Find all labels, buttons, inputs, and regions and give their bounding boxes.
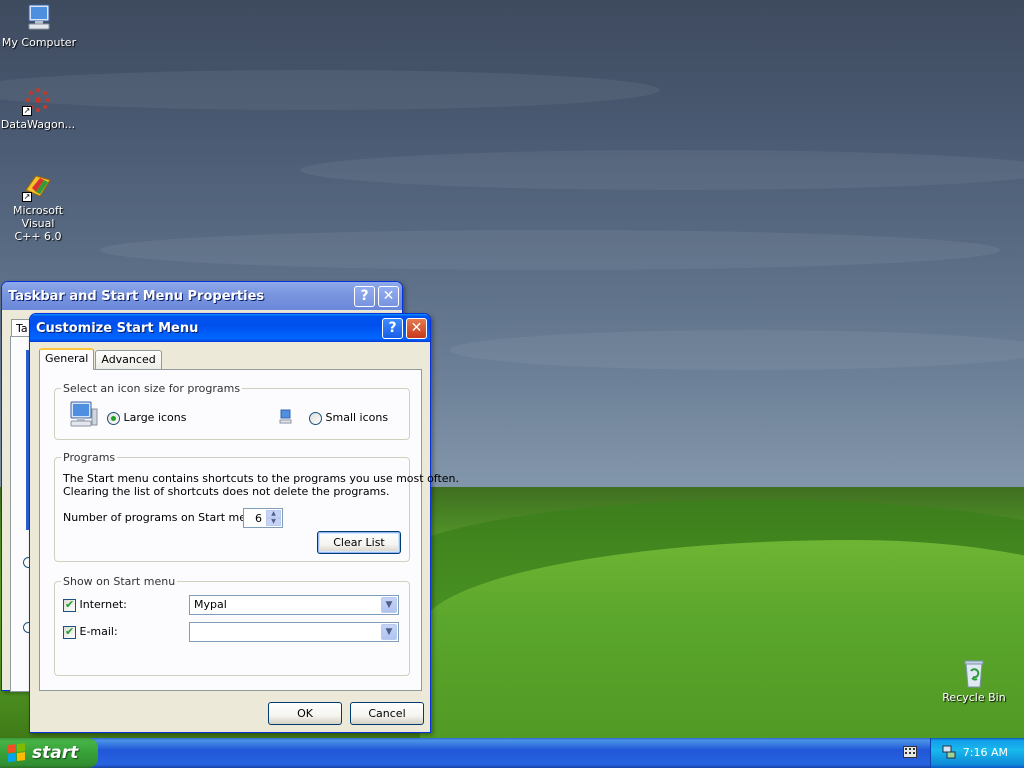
taskbar: start 7:16 AM [0,738,1024,768]
group-legend: Select an icon size for programs [61,382,243,395]
programs-description: The Start menu contains shortcuts to the… [63,472,460,498]
help-button[interactable]: ? [354,286,375,307]
small-icons-option[interactable]: Small icons [309,411,388,425]
spinner-down-icon[interactable]: ▼ [266,518,281,526]
title-bar[interactable]: Customize Start Menu ? ✕ [30,314,430,342]
small-icons-icon [279,409,293,428]
group-legend: Programs [61,451,118,464]
desktop-icon-label: C++ 6.0 [14,230,62,243]
tab-general[interactable]: General [39,348,95,370]
recycle-bin-icon [958,657,990,689]
help-icon: ? [388,320,397,336]
tab-advanced[interactable]: Advanced [95,350,162,370]
title-bar[interactable]: Taskbar and Start Menu Properties ? ✕ [2,282,402,310]
description-line: Clearing the list of shortcuts does not … [63,485,390,498]
windows-logo-icon [8,743,26,763]
close-icon: ✕ [382,288,395,304]
email-client-select[interactable]: ▼ [189,622,399,642]
spinner-up-icon[interactable]: ▲ [266,510,281,518]
shortcut-arrow-icon: ↗ [22,192,32,202]
desktop-icon-datawagon[interactable]: ↗ DataWagon... [0,84,78,131]
internet-checkbox[interactable] [63,598,76,612]
large-icons-label: Large icons [123,411,187,424]
help-button[interactable]: ? [382,318,403,339]
cancel-button[interactable]: Cancel [350,702,424,725]
desktop-icon-visual-cpp[interactable]: ↗ Microsoft Visual C++ 6.0 [0,170,78,243]
desktop-icon-label: Microsoft Visual [12,204,64,230]
program-count-label: Number of programs on Start menu: [63,511,264,524]
start-label: start [32,743,79,763]
system-tray: 7:16 AM [930,738,1024,768]
chevron-down-icon[interactable]: ▼ [381,624,397,640]
ok-button[interactable]: OK [268,702,342,725]
description-line: The Start menu contains shortcuts to the… [63,472,460,485]
email-option[interactable]: E-mail: [63,625,118,639]
program-count-spinner[interactable]: 6 ▲ ▼ [243,508,283,528]
tab-label: Ta [16,322,28,335]
chevron-down-icon[interactable]: ▼ [381,597,397,613]
large-icons-radio[interactable] [107,411,120,425]
desktop-icon-label: Recycle Bin [942,691,1006,704]
internet-label: Internet: [79,598,127,611]
cloud [100,230,1000,270]
tab-label: Advanced [101,353,156,366]
desktop-icon-label: My Computer [1,36,77,49]
large-icons-option[interactable]: Large icons [107,411,186,425]
tab-strip: General Advanced [39,348,163,370]
group-legend: Show on Start menu [61,575,178,588]
dialog-title: Customize Start Menu [36,320,199,336]
large-icons-icon [67,399,99,434]
window-title: Taskbar and Start Menu Properties [8,288,265,304]
close-button[interactable]: ✕ [378,286,399,307]
keyboard-layout-icon[interactable] [903,746,917,758]
programs-group: Programs The Start menu contains shortcu… [54,451,460,562]
internet-browser-value: Mypal [194,598,227,611]
internet-browser-select[interactable]: Mypal ▼ [189,595,399,615]
internet-option[interactable]: Internet: [63,598,127,612]
small-icons-radio[interactable] [309,411,322,425]
customize-start-menu-dialog: Customize Start Menu ? ✕ General Advance… [29,313,460,733]
desktop-icon-my-computer[interactable]: My Computer [0,2,79,49]
email-label: E-mail: [79,625,118,638]
tab-label: General [45,352,89,365]
desktop-icon-label: DataWagon... [0,118,76,131]
program-count-value: 6 [255,512,262,525]
email-checkbox[interactable] [63,625,76,639]
small-icons-label: Small icons [325,411,389,424]
datawagon-icon: ↗ [22,84,54,116]
clock[interactable]: 7:16 AM [963,746,1008,759]
general-tab-panel: Select an icon size for programs Large i… [39,369,460,691]
icon-size-group: Select an icon size for programs Large i… [54,382,410,440]
desktop-icon-recycle-bin[interactable]: Recycle Bin [934,657,1014,704]
start-button[interactable]: start [0,738,98,768]
close-button[interactable]: ✕ [406,318,427,339]
cloud [450,330,1024,370]
help-icon: ? [360,288,369,304]
cloud [300,150,1024,190]
close-icon: ✕ [410,320,423,336]
clear-list-button[interactable]: Clear List [317,531,401,554]
cloud [0,70,660,110]
show-on-start-menu-group: Show on Start menu Internet: Mypal ▼ E-m… [54,575,410,676]
visual-cpp-icon: ↗ [22,170,54,202]
network-icon[interactable] [941,744,957,760]
shortcut-arrow-icon: ↗ [22,106,32,116]
computer-icon [23,2,55,34]
